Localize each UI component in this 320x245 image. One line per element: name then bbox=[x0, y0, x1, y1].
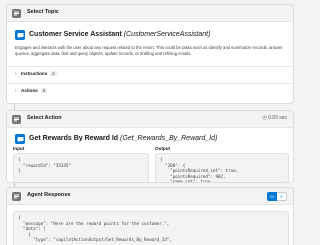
code-view-toggle[interactable]: <> bbox=[267, 192, 277, 201]
step-header: Select Topic bbox=[7, 5, 293, 22]
actions-expander[interactable]: › Actions 6 bbox=[15, 88, 48, 98]
step-icon bbox=[12, 9, 21, 18]
step-icon bbox=[12, 192, 21, 201]
select-topic-card: Select Topic Customer Service Assistant … bbox=[6, 4, 294, 104]
step-header: Agent Response <> ⊙ bbox=[7, 188, 293, 205]
action-icon bbox=[15, 134, 25, 144]
topic-title: Customer Service Assistant (CustomerServ… bbox=[29, 31, 210, 38]
input-label: Input bbox=[13, 146, 25, 151]
duration-value: 0.83 sec bbox=[268, 115, 287, 121]
output-code-block[interactable]: { "200": { "pointsRequired_set": true, "… bbox=[155, 153, 289, 183]
output-label: Output bbox=[155, 146, 171, 151]
step-title: Select Topic bbox=[27, 9, 59, 15]
topic-api-name: (CustomerServiceAssistant) bbox=[123, 31, 211, 38]
step-header: Select Action ◷ 0.83 sec bbox=[7, 111, 293, 128]
agent-response-card: Agent Response <> ⊙ { "message": "Here a… bbox=[6, 187, 294, 245]
divider bbox=[7, 66, 293, 67]
step-title: Agent Response bbox=[27, 192, 71, 198]
divider bbox=[7, 83, 293, 84]
action-title: Get Rewards By Reward Id (Get_Rewards_By… bbox=[29, 135, 217, 142]
action-name: Get Rewards By Reward Id bbox=[29, 135, 119, 142]
action-api-name: (Get_Rewards_By_Reward_Id) bbox=[120, 135, 218, 142]
response-code: { "message": "Here are the reward points… bbox=[18, 215, 172, 243]
instructions-expander[interactable]: › Instructions 2 bbox=[15, 71, 57, 81]
view-toggle: <> ⊙ bbox=[267, 192, 287, 201]
actions-count-badge: 6 bbox=[40, 88, 48, 93]
step-icon bbox=[12, 115, 21, 124]
input-code: { "rewardId": "35345" } bbox=[18, 157, 71, 174]
topic-icon bbox=[15, 30, 25, 40]
select-action-card: Select Action ◷ 0.83 sec Get Rewards By … bbox=[6, 110, 294, 183]
actions-label: Actions bbox=[21, 88, 38, 93]
topic-description: Engages and interacts with the user abou… bbox=[15, 45, 283, 57]
step-duration: ◷ 0.83 sec bbox=[262, 115, 287, 121]
preview-view-toggle[interactable]: ⊙ bbox=[277, 192, 287, 201]
topic-name: Customer Service Assistant bbox=[29, 31, 122, 38]
output-code: { "200": { "pointsRequired_set": true, "… bbox=[160, 157, 239, 183]
instructions-count-badge: 2 bbox=[50, 71, 57, 76]
response-code-block[interactable]: { "message": "Here are the reward points… bbox=[13, 211, 289, 245]
clock-icon: ◷ bbox=[262, 115, 267, 121]
input-code-block[interactable]: { "rewardId": "35345" } bbox=[13, 153, 149, 182]
step-title: Select Action bbox=[27, 115, 62, 121]
agent-trace-panel: Select Topic Customer Service Assistant … bbox=[0, 0, 300, 245]
instructions-label: Instructions bbox=[21, 71, 48, 76]
